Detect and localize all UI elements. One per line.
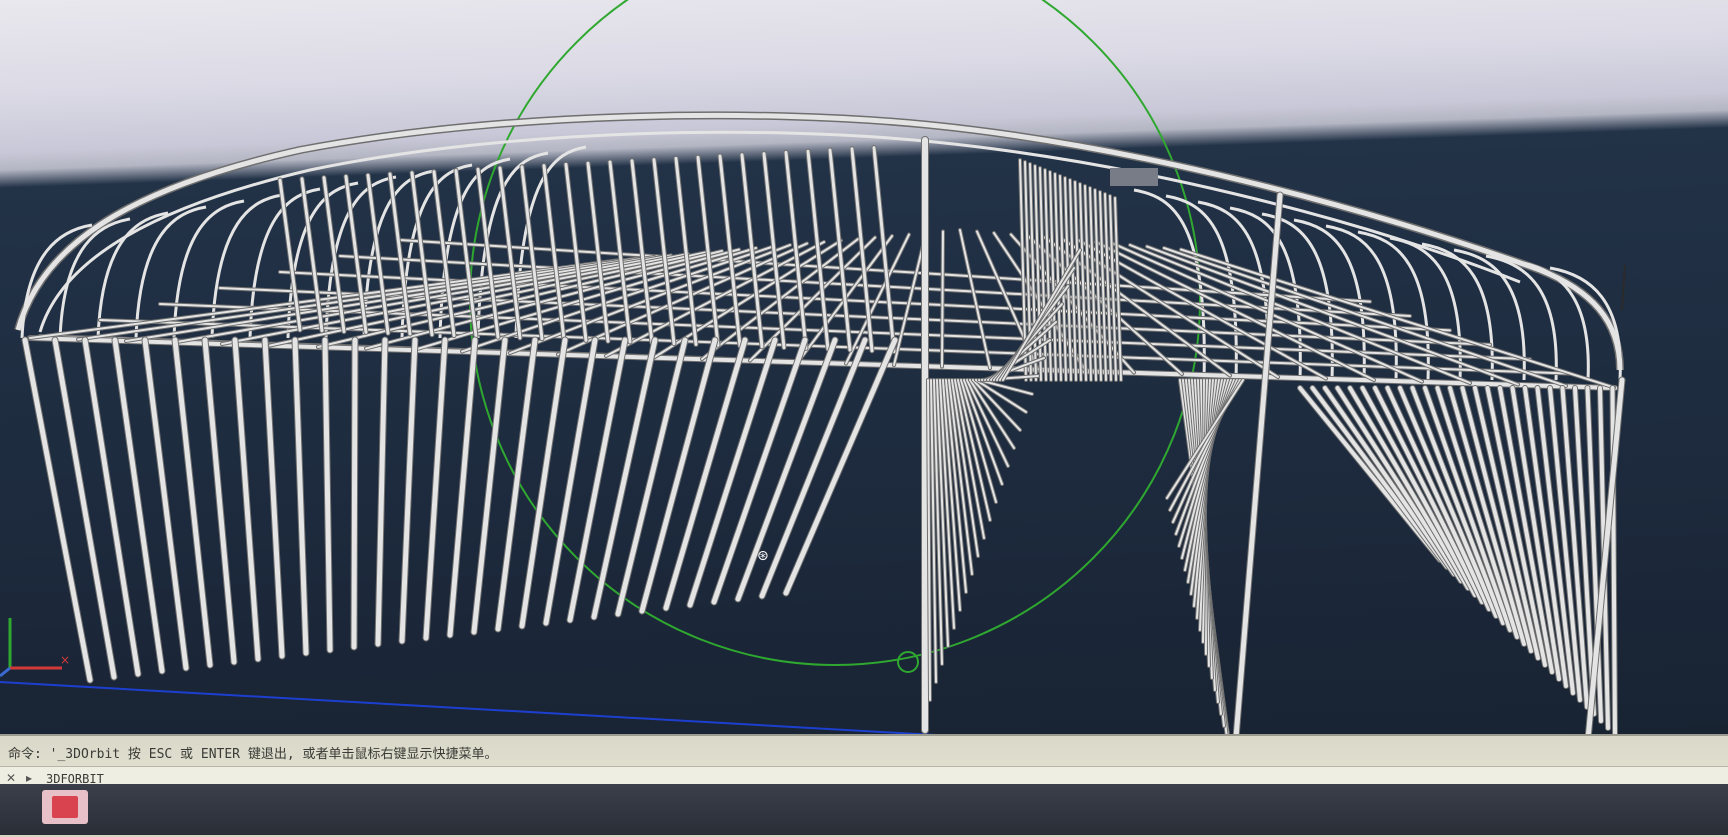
greenhouse-frame-model: ⊛: [14, 111, 1626, 764]
column-left-core: [292, 337, 309, 656]
column-left-core: [262, 337, 285, 659]
command-history-text: 命令: '_3DOrbit 按 ESC 或 ENTER 键退出, 或者单击鼠标右…: [8, 747, 498, 762]
svg-text:×: ×: [60, 653, 70, 667]
column-left-core: [399, 337, 418, 644]
command-prompt-icon[interactable]: ▸: [22, 771, 36, 785]
3d-orbit-model-view[interactable]: ⊛: [0, 0, 1728, 835]
ucs-axis-icon: ×: [0, 618, 70, 678]
roof-box: [1110, 168, 1158, 186]
autocad-app-icon: [52, 796, 78, 818]
cad-viewport[interactable]: ⊛ ×: [0, 0, 1728, 835]
taskbar: [0, 784, 1728, 835]
close-icon[interactable]: ✕: [4, 771, 18, 785]
column-left-core: [202, 337, 237, 665]
column-left-core: [82, 337, 141, 677]
axis-marker: [1621, 264, 1626, 311]
column-left-core: [543, 337, 598, 626]
orbit-cursor-icon: ⊛: [757, 548, 769, 564]
floor-purlin-core: [941, 230, 944, 368]
column-left-core: [375, 337, 388, 647]
upper-stud-core: [476, 167, 500, 339]
column-left-core: [423, 337, 448, 641]
upper-stud-core: [542, 164, 566, 342]
column-left-core: [232, 337, 261, 662]
column-left-core: [783, 337, 898, 596]
column-left-core: [112, 337, 165, 674]
column-left-core: [447, 337, 478, 638]
arch-rib-right: [1133, 188, 1206, 381]
taskbar-app-button[interactable]: [42, 790, 88, 824]
upper-stud-core: [872, 146, 896, 354]
upper-stud-core: [828, 148, 852, 352]
upper-stud-core: [850, 147, 874, 353]
column-left-core: [351, 337, 358, 650]
upper-stud-core: [652, 158, 676, 346]
column-left-core: [735, 337, 838, 602]
orbit-handle: [897, 651, 919, 673]
column-left-core: [759, 337, 868, 599]
